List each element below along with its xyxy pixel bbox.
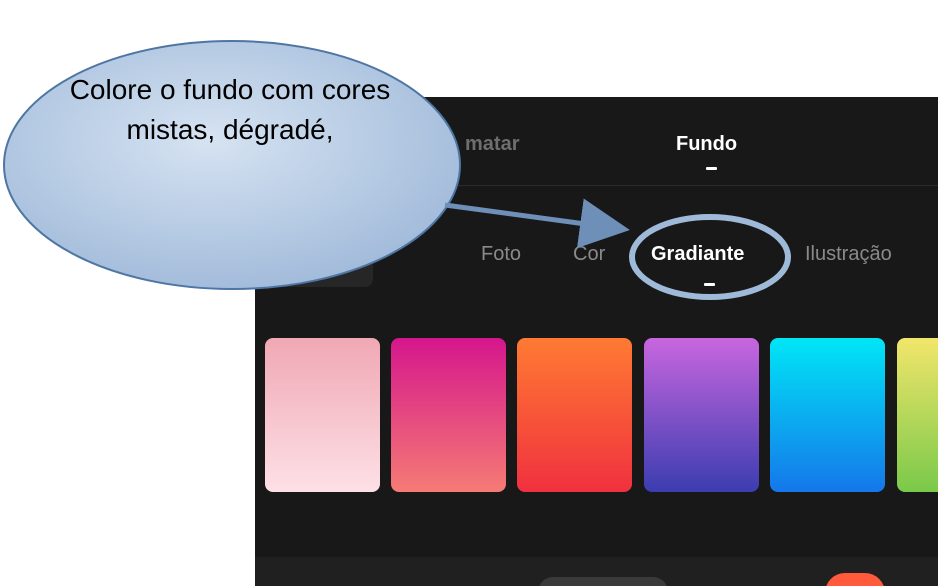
- tab-foto[interactable]: Foto: [481, 243, 521, 266]
- divider: [255, 185, 938, 186]
- gradient-swatch[interactable]: [897, 338, 938, 492]
- callout-text: Colore o fundo com cores mistas, dégradé…: [69, 74, 391, 145]
- gradient-swatch[interactable]: [770, 338, 885, 492]
- gradient-swatch[interactable]: [644, 338, 759, 492]
- tab-cor[interactable]: Cor: [573, 243, 605, 266]
- bottom-toolbar-button[interactable]: [538, 577, 668, 586]
- tab-ilustracao[interactable]: Ilustração: [805, 243, 892, 266]
- tab-gradiante[interactable]: Gradiante: [651, 243, 744, 266]
- background-editor-panel: matar Fundo rocar Foto Cor Gradiante Ilu…: [255, 97, 938, 586]
- tab-trocar[interactable]: rocar: [327, 243, 373, 266]
- tab-fundo[interactable]: Fundo: [676, 133, 737, 156]
- tab-previous[interactable]: matar: [465, 133, 519, 156]
- gradient-swatch[interactable]: [391, 338, 506, 492]
- active-subtab-indicator: [704, 283, 715, 286]
- gradient-swatch[interactable]: [517, 338, 632, 492]
- active-tab-indicator: [706, 167, 717, 170]
- gradient-swatch[interactable]: [265, 338, 380, 492]
